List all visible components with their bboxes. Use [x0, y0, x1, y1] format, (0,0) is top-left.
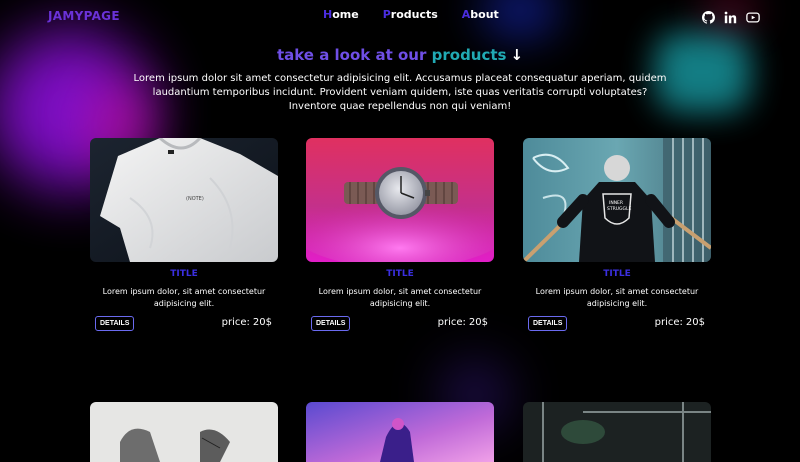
price-value: 20$ [252, 317, 272, 328]
product-price: price: 20$ [655, 317, 705, 328]
section-intro: Lorem ipsum dolor sit amet consectetur a… [133, 73, 667, 112]
product-price: price: 20$ [438, 317, 488, 328]
product-footer: DETAILS price: 20$ [90, 314, 278, 334]
github-icon[interactable] [702, 9, 715, 24]
svg-text:INNER: INNER [609, 200, 623, 206]
nav-link-home[interactable]: Home [323, 8, 359, 21]
price-label: price: [437, 317, 466, 328]
svg-text:STRUGGLE: STRUGGLE [607, 206, 632, 212]
product-title: TITLE [386, 269, 414, 279]
product-card: INNER STRUGGLE TITLE Lorem ipsum dolor, … [523, 138, 711, 334]
product-image-dark[interactable] [523, 402, 711, 462]
nav-link-about-label: bout [470, 8, 499, 21]
product-description: Lorem ipsum dolor, sit amet consectetur … [535, 287, 699, 308]
product-card: TITLE Lorem ipsum dolor, sit amet consec… [306, 138, 494, 334]
product-image-tshirt[interactable]: (NOTE) [90, 138, 278, 262]
product-image-purple[interactable] [306, 402, 494, 462]
nav-link-home-label: ome [332, 8, 359, 21]
product-card [523, 402, 711, 462]
product-card [90, 402, 278, 462]
price-label: price: [654, 317, 683, 328]
top-navbar: JAMYPAGE Home Products About [0, 0, 800, 32]
svg-text:(NOTE): (NOTE) [186, 196, 204, 202]
details-button[interactable]: DETAILS [528, 316, 568, 331]
product-card: (NOTE) TITLE Lorem ipsum dolor, sit amet… [90, 138, 278, 334]
product-footer: DETAILS price: 20$ [306, 314, 494, 334]
section-title: take a look at our products ↓ [0, 46, 800, 64]
details-button[interactable]: DETAILS [95, 316, 135, 331]
product-footer: DETAILS price: 20$ [523, 314, 711, 334]
site-logo[interactable]: JAMYPAGE [48, 9, 120, 23]
price-label: price: [221, 317, 250, 328]
youtube-icon[interactable] [746, 9, 760, 23]
nav-link-products-label: roducts [390, 8, 438, 21]
social-links [702, 9, 760, 24]
product-title: TITLE [170, 269, 198, 279]
product-price: price: 20$ [222, 317, 272, 328]
nav-link-products[interactable]: Products [383, 8, 438, 21]
down-arrow-icon: ↓ [510, 46, 524, 64]
product-description: Lorem ipsum dolor, sit amet consectetur … [102, 287, 266, 308]
section-title-part2: products [431, 46, 507, 64]
product-image-watch[interactable] [306, 138, 494, 262]
nav-link-products-initial: P [382, 8, 391, 21]
section-title-part1: take a look at our [276, 46, 427, 64]
main-nav: Home Products About [323, 8, 499, 21]
product-description: Lorem ipsum dolor, sit amet consectetur … [318, 287, 482, 308]
details-button[interactable]: DETAILS [311, 316, 351, 331]
product-image-sneakers[interactable] [90, 402, 278, 462]
price-value: 20$ [468, 317, 488, 328]
product-card [306, 402, 494, 462]
product-title: TITLE [603, 269, 631, 279]
product-image-hoodie[interactable]: INNER STRUGGLE [523, 138, 711, 262]
linkedin-icon[interactable] [724, 9, 737, 24]
price-value: 20$ [685, 317, 705, 328]
nav-link-home-initial: H [323, 8, 333, 21]
nav-link-about[interactable]: About [462, 8, 499, 21]
